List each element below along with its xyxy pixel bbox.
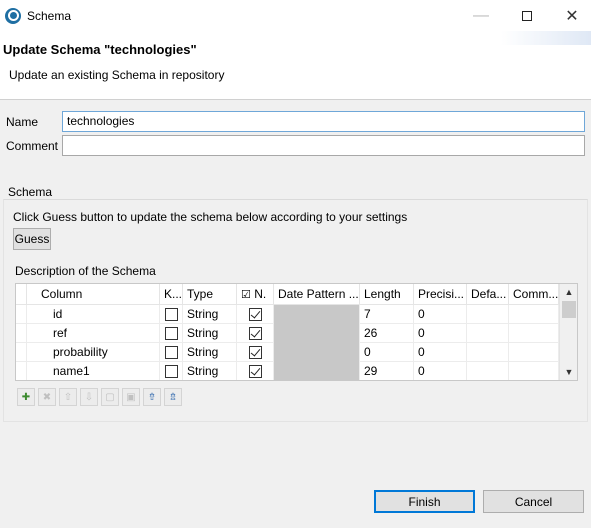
col-header-comment[interactable]: Comm...	[509, 284, 559, 305]
maximize-icon[interactable]	[504, 0, 550, 31]
cell-precision[interactable]: 0	[414, 343, 467, 362]
cell-precision[interactable]: 0	[414, 362, 467, 380]
col-header-length[interactable]: Length	[360, 284, 414, 305]
schema-table[interactable]: Column K... Type ☑ N. Date Pattern ... L…	[15, 283, 578, 381]
scroll-thumb[interactable]	[562, 301, 576, 318]
cell-column[interactable]: id	[27, 305, 160, 324]
cell-default[interactable]	[467, 324, 509, 343]
nullable-checkbox[interactable]	[248, 365, 262, 378]
schema-group-label: Schema	[8, 185, 56, 199]
cell-length[interactable]: 26	[360, 324, 414, 343]
key-checkbox[interactable]	[164, 308, 178, 321]
col-header-precision[interactable]: Precisi...	[414, 284, 467, 305]
cell-column[interactable]: name1	[27, 362, 160, 380]
table-row[interactable]: id String 7 0	[16, 305, 559, 324]
cell-length[interactable]: 0	[360, 343, 414, 362]
table-row[interactable]: name1 String 29 0	[16, 362, 559, 380]
cell-precision[interactable]: 0	[414, 305, 467, 324]
cell-column[interactable]: probability	[27, 343, 160, 362]
table-row[interactable]: ref String 26 0	[16, 324, 559, 343]
cell-date-pattern	[274, 324, 360, 343]
cell-key[interactable]	[160, 305, 183, 324]
col-header-column[interactable]: Column	[27, 284, 160, 305]
cell-date-pattern	[274, 362, 360, 380]
nullable-header-label: N.	[254, 287, 267, 301]
cell-key[interactable]	[160, 362, 183, 380]
cell-comment[interactable]	[509, 343, 559, 362]
close-icon[interactable]: ✕	[549, 0, 591, 31]
table-row[interactable]: probability String 0 0	[16, 343, 559, 362]
minimize-icon[interactable]: —	[458, 0, 504, 31]
nullable-checkbox[interactable]	[248, 346, 262, 359]
delete-icon[interactable]: ✖	[38, 388, 56, 406]
dialog-subtitle: Update an existing Schema in repository	[9, 68, 225, 82]
schema-toolbar: ✚ ✖ ⇧ ⇩ ▢ ▣ ⇮ ⇯	[17, 388, 182, 406]
cell-nullable[interactable]	[237, 305, 274, 324]
cell-type[interactable]: String	[183, 305, 237, 324]
paste-icon[interactable]: ▣	[122, 388, 140, 406]
scroll-up-icon[interactable]: ▲	[560, 284, 577, 300]
cell-precision[interactable]: 0	[414, 324, 467, 343]
nullable-checkbox[interactable]	[248, 308, 262, 321]
move-up-icon[interactable]: ⇧	[59, 388, 77, 406]
cancel-button[interactable]: Cancel	[483, 490, 584, 513]
cell-type[interactable]: String	[183, 362, 237, 380]
table-scrollbar[interactable]: ▲ ▼	[559, 284, 577, 380]
name-label: Name	[6, 115, 39, 129]
import-icon[interactable]: ⇮	[143, 388, 161, 406]
header-decoration	[501, 31, 591, 45]
cell-column[interactable]: ref	[27, 324, 160, 343]
col-header-key[interactable]: K...	[160, 284, 183, 305]
cell-type[interactable]: String	[183, 324, 237, 343]
export-icon[interactable]: ⇯	[164, 388, 182, 406]
comment-label: Comment	[6, 139, 59, 153]
title-bar: Schema — ✕	[0, 0, 591, 31]
col-header-nullable[interactable]: ☑ N.	[237, 284, 274, 305]
key-checkbox[interactable]	[164, 327, 178, 340]
cell-comment[interactable]	[509, 362, 559, 380]
name-field[interactable]: technologies	[62, 111, 585, 132]
window-title: Schema	[27, 8, 72, 23]
col-header-type[interactable]: Type	[183, 284, 237, 305]
copy-icon[interactable]: ▢	[101, 388, 119, 406]
comment-field[interactable]	[62, 135, 585, 156]
cell-length[interactable]: 29	[360, 362, 414, 380]
cell-default[interactable]	[467, 362, 509, 380]
cell-key[interactable]	[160, 324, 183, 343]
nullable-checkbox[interactable]	[248, 327, 262, 340]
guess-hint: Click Guess button to update the schema …	[13, 210, 408, 224]
schema-description-label: Description of the Schema	[15, 264, 156, 278]
dialog-title: Update Schema "technologies"	[3, 42, 197, 57]
cell-comment[interactable]	[509, 305, 559, 324]
cell-default[interactable]	[467, 343, 509, 362]
cell-length[interactable]: 7	[360, 305, 414, 324]
cell-comment[interactable]	[509, 324, 559, 343]
cell-nullable[interactable]	[237, 324, 274, 343]
cell-key[interactable]	[160, 343, 183, 362]
col-header-default[interactable]: Defa...	[467, 284, 509, 305]
cell-nullable[interactable]	[237, 362, 274, 380]
app-icon	[5, 7, 21, 24]
scroll-down-icon[interactable]: ▼	[560, 364, 577, 380]
guess-button[interactable]: Guess	[13, 228, 51, 250]
cell-default[interactable]	[467, 305, 509, 324]
table-header: Column K... Type ☑ N. Date Pattern ... L…	[16, 284, 559, 305]
key-checkbox[interactable]	[164, 346, 178, 359]
cell-type[interactable]: String	[183, 343, 237, 362]
key-checkbox[interactable]	[164, 365, 178, 378]
add-icon[interactable]: ✚	[17, 388, 35, 406]
cell-nullable[interactable]	[237, 343, 274, 362]
cell-date-pattern	[274, 343, 360, 362]
nullable-header-check-icon: ☑	[241, 289, 251, 301]
move-down-icon[interactable]: ⇩	[80, 388, 98, 406]
col-header-date-pattern[interactable]: Date Pattern ...	[274, 284, 360, 305]
cell-date-pattern	[274, 305, 360, 324]
dialog-header: Update Schema "technologies" Update an e…	[0, 31, 591, 100]
finish-button[interactable]: Finish	[374, 490, 475, 513]
